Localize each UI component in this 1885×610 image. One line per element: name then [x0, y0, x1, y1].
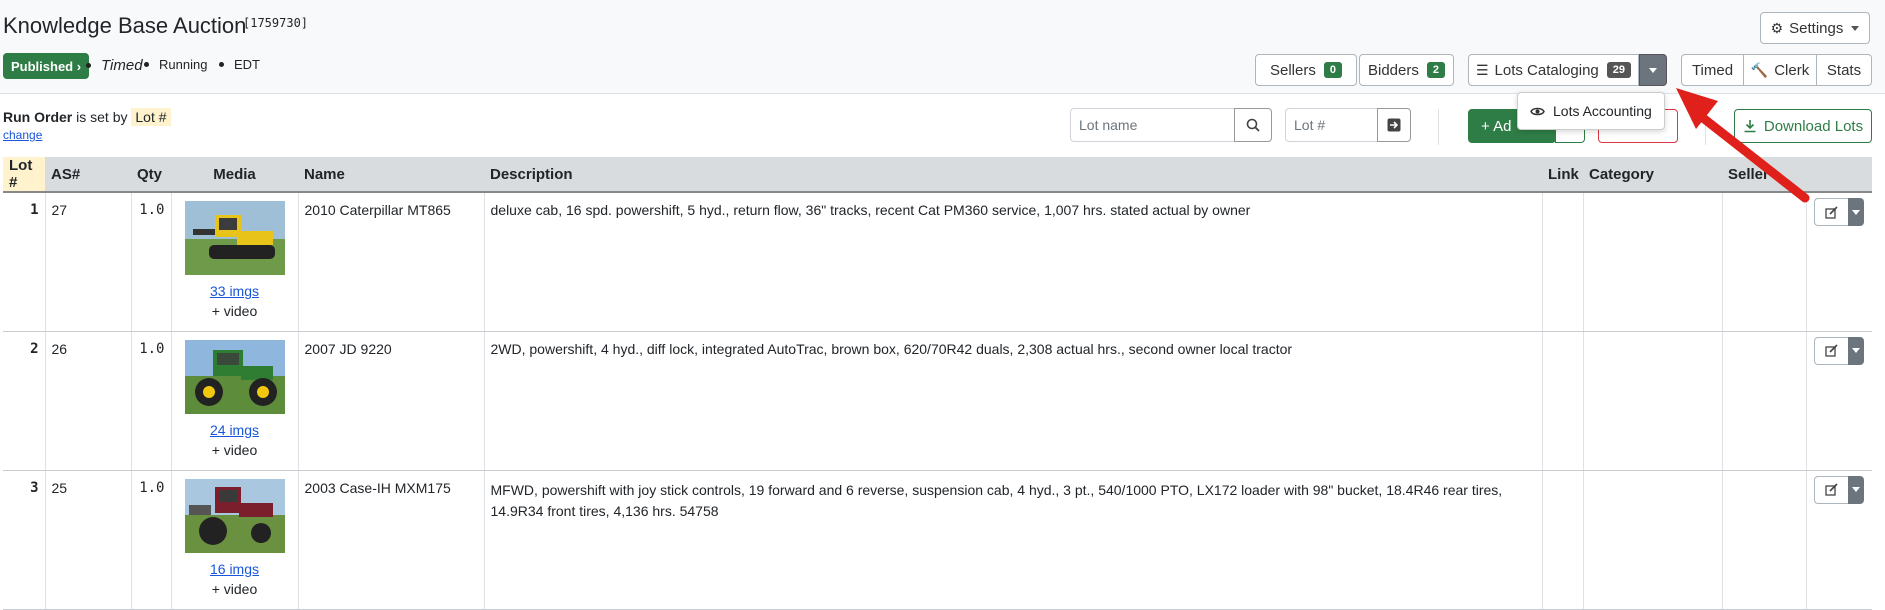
annotation-arrow-icon: [1676, 88, 1810, 203]
